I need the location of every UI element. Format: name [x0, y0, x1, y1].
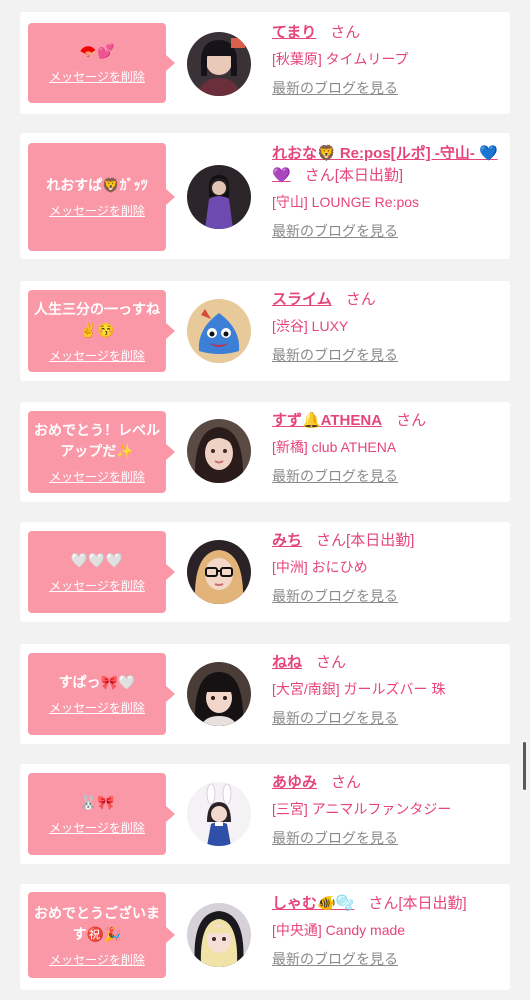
- message-text: 🐰🎀: [79, 794, 115, 810]
- profile-info: れおな🦁 Re:pos[ルポ] -守山- 💙💜 さん[本日出勤] [守山] LOU…: [272, 143, 504, 241]
- message-bubble: おめでとう！レベルアップだ✨ メッセージを削除: [28, 411, 175, 493]
- honorific: さん: [304, 167, 335, 184]
- profile-name-link[interactable]: すず🔔ATHENA: [272, 412, 382, 429]
- honorific: さん: [396, 412, 427, 429]
- message-text: おめでとうございます㊗️🎉: [34, 904, 160, 942]
- profile-name-link[interactable]: てまり: [272, 24, 316, 41]
- latest-blog-link[interactable]: 最新のブログを見る: [272, 586, 398, 606]
- list-item: すぱっ🎀🤍 メッセージを削除 ねね さん [大宮/南銀] ガールズバー 珠 最新の…: [20, 644, 510, 744]
- working-badge: [本日出勤]: [398, 895, 467, 912]
- list-item: れおすぱ🦁ｶﾞｯﾂ メッセージを削除 れおな🦁 Re:pos[ルポ] -守山- …: [20, 133, 510, 259]
- delete-message-link[interactable]: メッセージを削除: [49, 202, 145, 219]
- avatar[interactable]: [187, 299, 251, 363]
- profile-info: スライム さん [渋谷] LUXY 最新のブログを見る: [272, 289, 504, 365]
- profile-name-link[interactable]: ねね: [272, 654, 302, 671]
- message-bubble: 🐰🎀 メッセージを削除: [28, 773, 175, 855]
- profile-info: てまり さん [秋葉原] タイムリープ 最新のブログを見る: [272, 22, 504, 98]
- list-item: 🐰🎀 メッセージを削除 あゆみ さん [三宮] アニマルファンタジー 最新のブログ…: [20, 764, 510, 864]
- avatar-photo-icon: [187, 32, 251, 96]
- avatar[interactable]: [187, 540, 251, 604]
- profile-name-link[interactable]: あゆみ: [272, 774, 317, 791]
- avatar-photo-icon: [187, 782, 251, 846]
- shop-name: [三宮] アニマルファンタジー: [272, 801, 452, 817]
- delete-message-link[interactable]: メッセージを削除: [49, 468, 145, 485]
- working-badge: [本日出勤]: [346, 532, 415, 549]
- scrollbar[interactable]: [523, 742, 526, 790]
- avatar[interactable]: [187, 782, 251, 846]
- avatar-slime-icon: [187, 299, 251, 363]
- delete-message-link[interactable]: メッセージを削除: [49, 347, 145, 364]
- message-text: 🤍🤍🤍: [70, 552, 124, 568]
- shop-name: [秋葉原] タイムリープ: [272, 51, 409, 67]
- avatar-photo-icon: [187, 419, 251, 483]
- honorific: さん: [345, 291, 376, 308]
- latest-blog-link[interactable]: 最新のブログを見る: [272, 221, 398, 241]
- honorific: さん: [316, 654, 347, 671]
- shop-name: [守山] LOUNGE Re:pos: [272, 194, 420, 210]
- latest-blog-link[interactable]: 最新のブログを見る: [272, 345, 398, 365]
- honorific: さん: [331, 774, 362, 791]
- avatar[interactable]: [187, 165, 251, 229]
- profile-info: しゃむ🐠🫧 さん[本日出勤] [中央通] Candy made 最新のブログを見る: [272, 893, 504, 969]
- avatar[interactable]: [187, 903, 251, 967]
- message-text: すぱっ🎀🤍: [58, 674, 136, 690]
- honorific: さん: [330, 24, 361, 41]
- avatar-photo-icon: [187, 903, 251, 967]
- message-bubble: 🪭💕 メッセージを削除: [28, 23, 175, 103]
- avatar-photo-icon: [187, 165, 251, 229]
- list-item: 🪭💕 メッセージを削除 てまり さん [秋葉原] タイムリープ 最新のブログを見る: [20, 12, 510, 114]
- honorific: さん: [368, 895, 399, 912]
- profile-name-link[interactable]: スライム: [272, 291, 332, 308]
- message-bubble: れおすぱ🦁ｶﾞｯﾂ メッセージを削除: [28, 143, 175, 251]
- list-item: 🤍🤍🤍 メッセージを削除 みち さん[本日出勤] [中洲] おにひめ 最新のブログ…: [20, 522, 510, 622]
- latest-blog-link[interactable]: 最新のブログを見る: [272, 78, 398, 98]
- message-bubble: おめでとうございます㊗️🎉 メッセージを削除: [28, 892, 175, 978]
- latest-blog-link[interactable]: 最新のブログを見る: [272, 708, 398, 728]
- delete-message-link[interactable]: メッセージを削除: [49, 951, 145, 968]
- delete-message-link[interactable]: メッセージを削除: [49, 68, 145, 85]
- delete-message-link[interactable]: メッセージを削除: [49, 819, 145, 836]
- delete-message-link[interactable]: メッセージを削除: [49, 577, 145, 594]
- profile-info: ねね さん [大宮/南銀] ガールズバー 珠 最新のブログを見る: [272, 652, 504, 728]
- message-text: れおすぱ🦁ｶﾞｯﾂ: [46, 177, 148, 193]
- avatar[interactable]: [187, 32, 251, 96]
- message-bubble: すぱっ🎀🤍 メッセージを削除: [28, 653, 175, 735]
- shop-name: [大宮/南銀] ガールズバー 珠: [272, 681, 446, 697]
- latest-blog-link[interactable]: 最新のブログを見る: [272, 828, 398, 848]
- latest-blog-link[interactable]: 最新のブログを見る: [272, 949, 398, 969]
- profile-info: すず🔔ATHENA さん [新橋] club ATHENA 最新のブログを見る: [272, 410, 504, 486]
- delete-message-link[interactable]: メッセージを削除: [49, 699, 145, 716]
- avatar-photo-icon: [187, 540, 251, 604]
- profile-name-link[interactable]: みち: [272, 532, 302, 549]
- latest-blog-link[interactable]: 最新のブログを見る: [272, 466, 398, 486]
- message-text: おめでとう！レベルアップだ✨: [34, 421, 160, 459]
- profile-name-link[interactable]: しゃむ🐠🫧: [272, 895, 354, 912]
- message-bubble: 🤍🤍🤍 メッセージを削除: [28, 531, 175, 613]
- working-badge: [本日出勤]: [334, 167, 404, 184]
- list-item: おめでとう！レベルアップだ✨ メッセージを削除 すず🔔ATHENA さん [新橋]…: [20, 402, 510, 502]
- message-bubble: 人生三分の一っすね✌️😚 メッセージを削除: [28, 290, 175, 372]
- shop-name: [渋谷] LUXY: [272, 318, 349, 334]
- message-text: 人生三分の一っすね✌️😚: [34, 300, 160, 338]
- avatar-photo-icon: [187, 662, 251, 726]
- avatar[interactable]: [187, 662, 251, 726]
- honorific: さん: [316, 532, 347, 549]
- shop-name: [中洲] おにひめ: [272, 559, 368, 575]
- shop-name: [中央通] Candy made: [272, 922, 406, 938]
- profile-info: あゆみ さん [三宮] アニマルファンタジー 最新のブログを見る: [272, 772, 504, 848]
- list-item: おめでとうございます㊗️🎉 メッセージを削除 しゃむ🐠🫧 さん[本日出勤] [中央…: [20, 884, 510, 990]
- shop-name: [新橋] club ATHENA: [272, 439, 397, 455]
- message-text: 🪭💕: [79, 43, 115, 59]
- profile-info: みち さん[本日出勤] [中洲] おにひめ 最新のブログを見る: [272, 530, 504, 606]
- avatar[interactable]: [187, 419, 251, 483]
- list-item: 人生三分の一っすね✌️😚 メッセージを削除 スライム さん [渋谷] LUXY 最…: [20, 281, 510, 381]
